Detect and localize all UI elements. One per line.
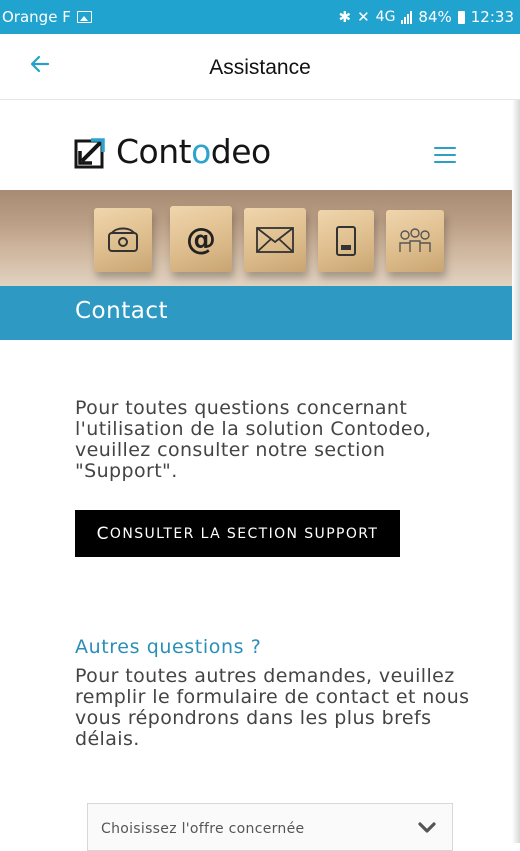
app-bar: Assistance [0, 34, 520, 100]
offer-select[interactable]: Choisissez l'offre concernée [87, 803, 453, 851]
network-label: 4G [375, 9, 396, 25]
offer-select-value: Choisissez l'offre concernée [101, 821, 305, 837]
other-questions-heading: Autres questions ? [75, 636, 262, 658]
section-title: Contact [75, 298, 168, 324]
people-icon [386, 210, 444, 272]
contodeo-logo[interactable]: Contodeo [74, 132, 271, 171]
support-section-button[interactable]: C ONSULTER LA SECTION SUPPORT [75, 510, 400, 557]
chevron-down-icon [418, 822, 436, 833]
hero-banner: @ [0, 190, 512, 286]
scroll-edge [512, 100, 520, 843]
signal-icon [401, 10, 413, 24]
at-sign-icon: @ [170, 206, 232, 272]
site-header: Contodeo [0, 100, 512, 190]
logo-mark-icon [74, 137, 105, 168]
page-title: Assistance [209, 56, 311, 79]
logo-wordmark: Contodeo [116, 132, 271, 171]
envelope-icon [244, 208, 306, 272]
hamburger-menu-icon[interactable] [434, 147, 456, 163]
clock: 12:33 [470, 8, 514, 26]
contact-form-intro-text: Pour toutes autres demandes, veuillez re… [75, 665, 470, 750]
mobile-phone-icon [318, 210, 374, 272]
mute-icon: ✕ [357, 8, 370, 26]
battery-icon [457, 10, 465, 24]
carrier-label: Orange F [2, 8, 71, 26]
support-intro-text: Pour toutes questions concernant l'utili… [75, 397, 432, 482]
battery-percent: 84% [418, 8, 452, 26]
bluetooth-icon: ✱ [338, 8, 352, 26]
image-icon [76, 11, 92, 23]
status-bar: Orange F ✱ ✕ 4G 84% 12:33 [0, 0, 520, 34]
contact-section-header: Contact [0, 286, 512, 340]
telephone-icon [94, 208, 152, 272]
